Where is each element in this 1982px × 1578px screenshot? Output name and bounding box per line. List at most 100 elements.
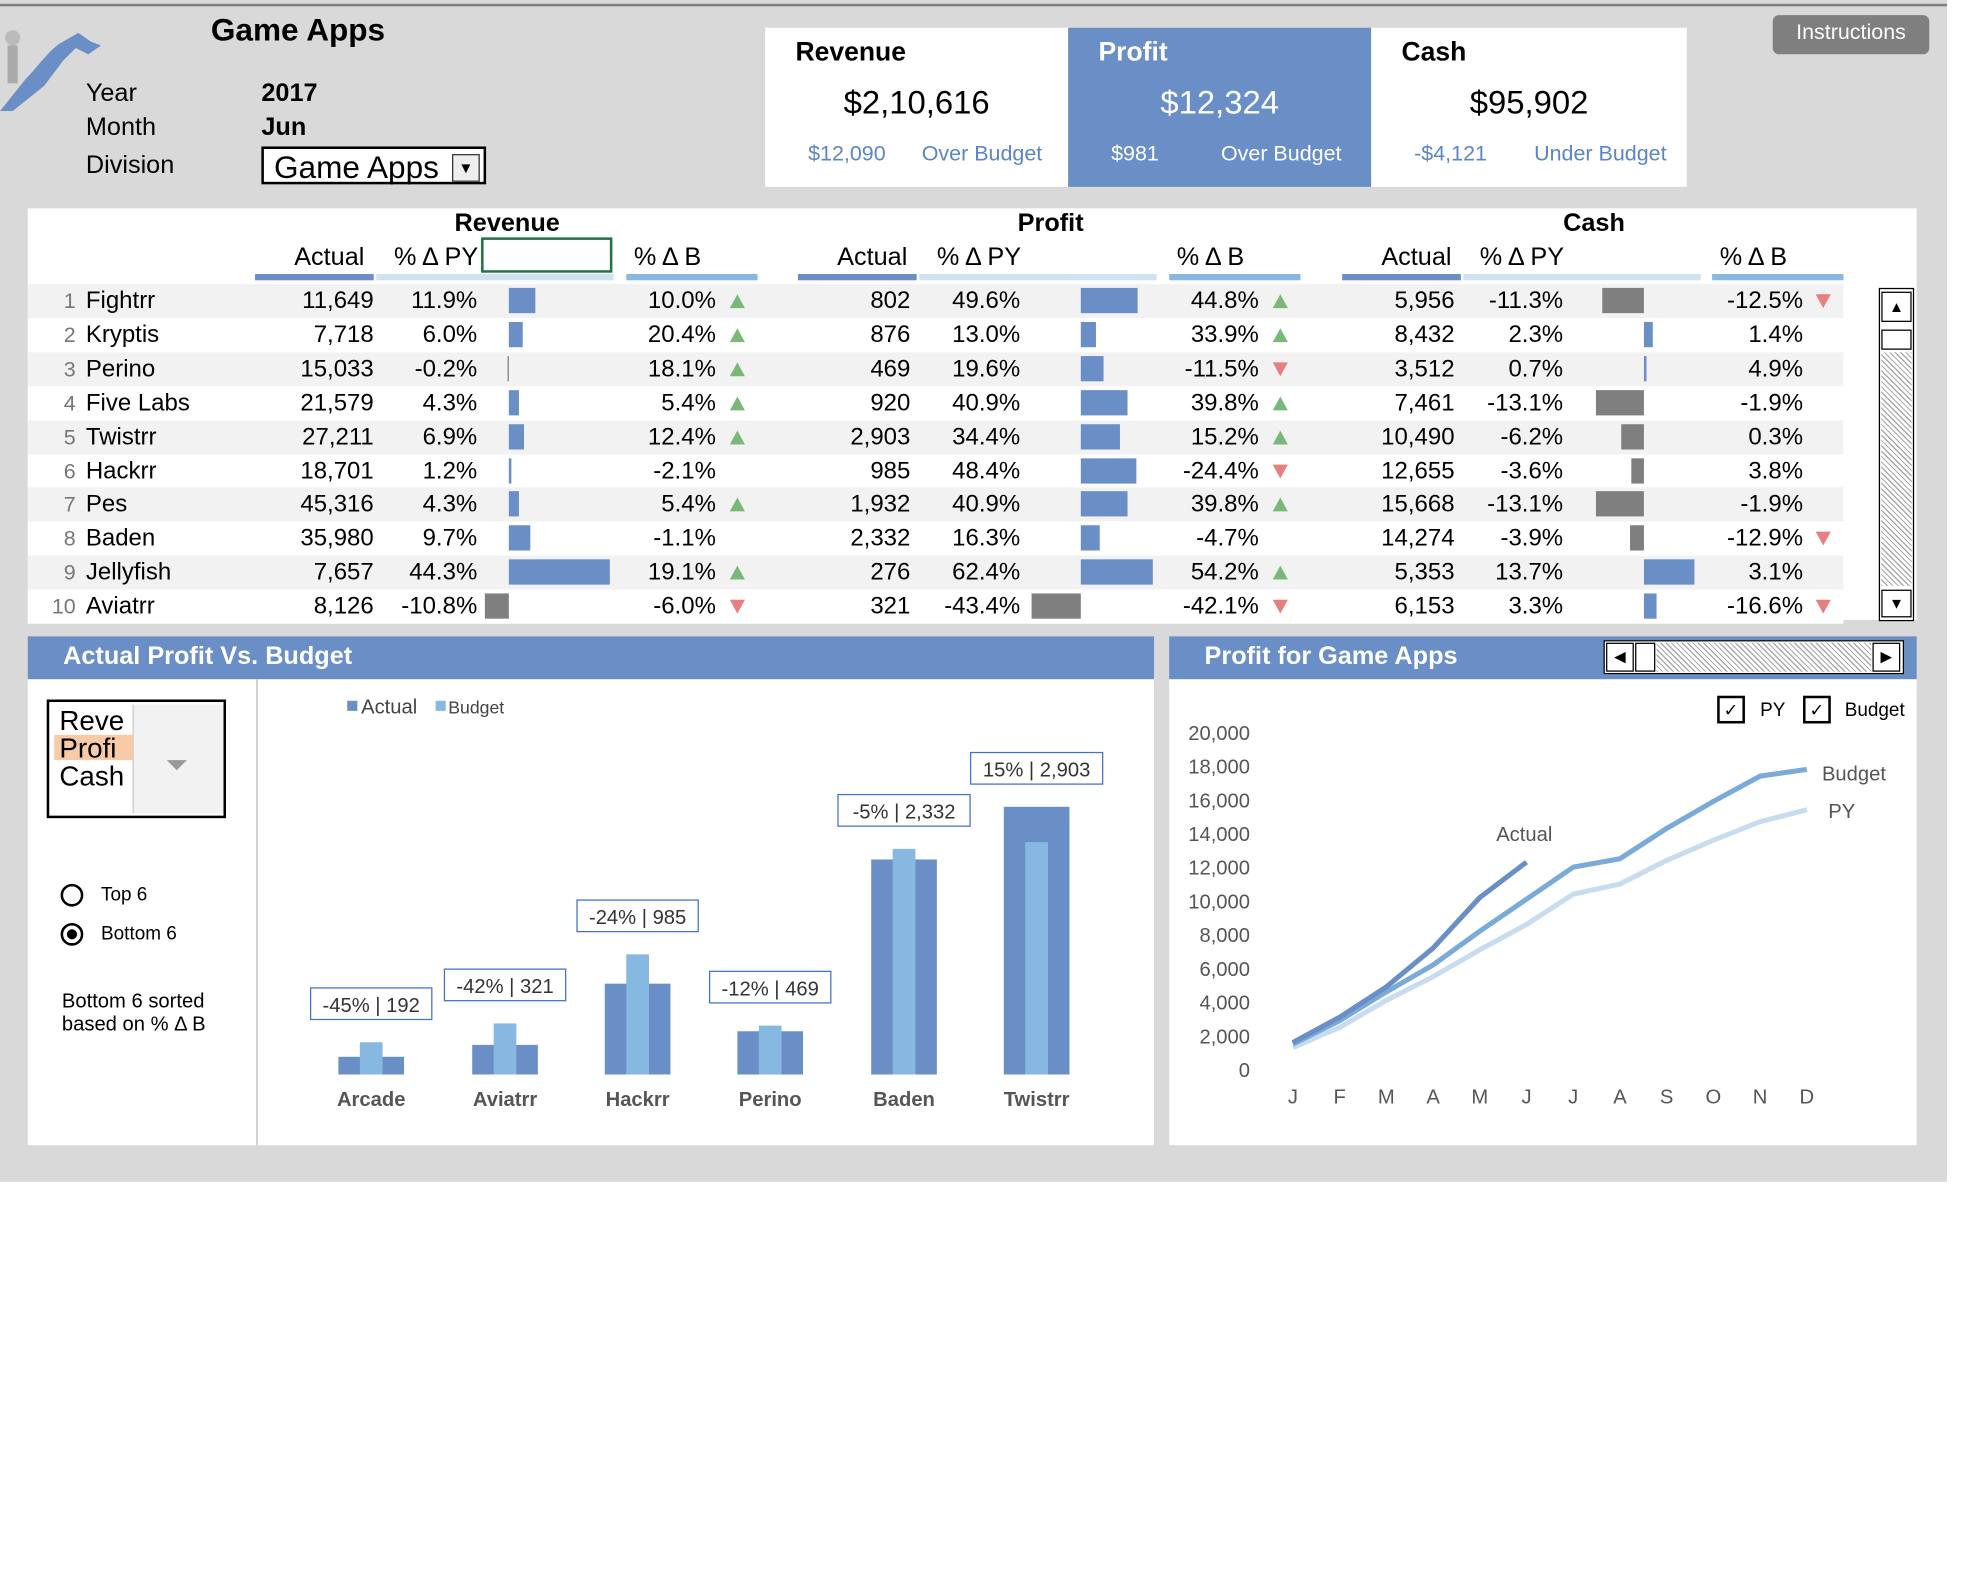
cell-rev-b: 20.4%	[647, 321, 716, 349]
month-scrollbar[interactable]: ◀ ▶	[1603, 640, 1905, 675]
scroll-left-arrow-icon[interactable]: ◀	[1606, 642, 1634, 672]
cell-cash-b: -16.6%	[1727, 593, 1804, 621]
radio-bottom6[interactable]	[60, 922, 84, 946]
cash-b-header: % Δ B	[1719, 243, 1788, 272]
header-underline	[1712, 273, 1844, 281]
down-triangle-icon	[1272, 464, 1288, 478]
cell-cash-b: 3.8%	[1748, 457, 1804, 485]
x-axis-label: J	[1568, 1087, 1578, 1109]
row-name: Jellyfish	[85, 559, 172, 587]
row-number: 7	[63, 492, 76, 517]
cell-rev-py: 9.7%	[422, 525, 478, 553]
y-axis-label: 16,000	[1188, 790, 1250, 812]
listbox-item[interactable]: Profi	[59, 734, 116, 763]
header-underline	[919, 273, 1157, 281]
data-bar-cash-py	[1643, 593, 1657, 619]
x-axis-label: Baden	[873, 1089, 935, 1111]
cell-prof-b: 39.8%	[1190, 491, 1259, 519]
up-triangle-icon	[1272, 294, 1288, 309]
cell-cash-b: -12.9%	[1727, 525, 1804, 553]
data-bar-rev-py	[507, 355, 509, 382]
cell-prof-py: 13.0%	[952, 321, 1021, 349]
x-axis-label: A	[1426, 1087, 1440, 1109]
x-axis-label: Arcade	[337, 1089, 405, 1111]
scroll-up-arrow-icon[interactable]: ▲	[1881, 291, 1912, 322]
x-axis-label: J	[1288, 1087, 1298, 1109]
cell-cash-py: -3.6%	[1500, 457, 1564, 485]
cell-rev-py: 6.9%	[422, 423, 478, 451]
x-axis-label: F	[1333, 1087, 1345, 1109]
cell-rev-b: 5.4%	[661, 491, 716, 519]
revenue-actual-header: Actual	[294, 243, 365, 272]
cell-cash-py: -13.1%	[1487, 389, 1564, 417]
data-bar-rev-py	[508, 559, 610, 585]
up-triangle-icon	[729, 362, 745, 377]
down-triangle-icon	[1272, 599, 1288, 614]
table-scrollbar[interactable]: ▲ ▼	[1878, 287, 1915, 622]
series-line-actual	[1291, 860, 1529, 1045]
row-name: Pes	[85, 491, 128, 519]
radio-top6[interactable]	[60, 883, 84, 907]
cell-prof-py: 40.9%	[952, 491, 1021, 519]
cell-rev-py: 6.0%	[422, 321, 478, 349]
cell-rev-b: 12.4%	[647, 423, 716, 451]
data-bar-rev-py	[508, 491, 519, 517]
selected-cell[interactable]	[481, 237, 613, 273]
row-name: Baden	[85, 525, 156, 553]
listbox-item[interactable]: Reve	[59, 706, 124, 735]
up-triangle-icon	[729, 396, 745, 410]
cash-kpi-title: Cash	[1401, 37, 1467, 67]
cell-prof-py: 48.4%	[952, 457, 1021, 485]
cell-prof-b: 33.9%	[1190, 321, 1259, 349]
data-bar-prof-py	[1080, 287, 1138, 314]
profit-actual-header: Actual	[837, 243, 908, 272]
data-bar-cash-py	[1643, 321, 1653, 348]
data-bar-prof-py	[1080, 457, 1137, 483]
cell-rev-py: 11.9%	[411, 287, 478, 315]
cell-cash-b: 1.4%	[1748, 321, 1804, 349]
series-label: PY	[1828, 801, 1855, 823]
dropdown-arrow-icon[interactable]: ▼	[452, 154, 480, 182]
division-dropdown[interactable]: Game Apps ▼	[261, 146, 487, 186]
division-value: Game Apps	[273, 150, 439, 186]
up-triangle-icon	[729, 430, 745, 444]
x-axis-label: Perino	[739, 1089, 802, 1111]
cell-prof-py: 40.9%	[952, 389, 1021, 417]
revenue-kpi-value: $2,10,616	[843, 83, 990, 122]
data-bar-rev-py	[484, 593, 509, 619]
y-axis-label: 8,000	[1199, 925, 1250, 947]
year-value: 2017	[261, 79, 318, 108]
scroll-track[interactable]	[1881, 352, 1912, 586]
down-triangle-icon	[1815, 531, 1831, 546]
scroll-thumb[interactable]	[1635, 642, 1656, 672]
data-bar-cash-py	[1602, 287, 1644, 314]
scroll-track[interactable]	[1656, 642, 1872, 672]
x-axis-label: Hackrr	[606, 1089, 670, 1111]
data-label: -45% | 192	[323, 995, 420, 1017]
cell-cash-py: 2.3%	[1508, 321, 1564, 349]
data-bar-rev-py	[508, 457, 512, 483]
x-axis-label: N	[1753, 1087, 1768, 1109]
data-bar-prof-py	[1030, 593, 1081, 619]
x-axis-label: M	[1378, 1087, 1395, 1109]
down-triangle-icon	[1815, 294, 1831, 309]
listbox-item[interactable]: Cash	[59, 762, 124, 791]
data-bar-rev-py	[508, 423, 525, 449]
metric-listbox[interactable]: Reve Profi Cash	[46, 699, 227, 819]
left-panel-header: Actual Profit Vs. Budget	[27, 636, 1155, 680]
header-underline	[1342, 273, 1461, 281]
bar-budget	[359, 1042, 383, 1075]
data-bar-prof-py	[1080, 389, 1128, 416]
profit-py-header: % Δ PY	[936, 243, 1022, 272]
scroll-right-arrow-icon[interactable]: ▶	[1872, 642, 1901, 672]
instructions-button[interactable]: Instructions	[1772, 15, 1930, 55]
row-name: Fightrr	[85, 287, 156, 315]
radio-dot	[66, 929, 78, 940]
profit-kpi-delta: $981	[1111, 141, 1159, 166]
scroll-down-arrow-icon[interactable]: ▼	[1881, 589, 1912, 618]
chevron-down-icon[interactable]	[166, 760, 187, 771]
listbox-dropdown[interactable]	[132, 704, 224, 814]
header-underline	[797, 273, 917, 281]
scroll-thumb[interactable]	[1881, 329, 1912, 350]
y-axis-label: 2,000	[1199, 1026, 1250, 1048]
